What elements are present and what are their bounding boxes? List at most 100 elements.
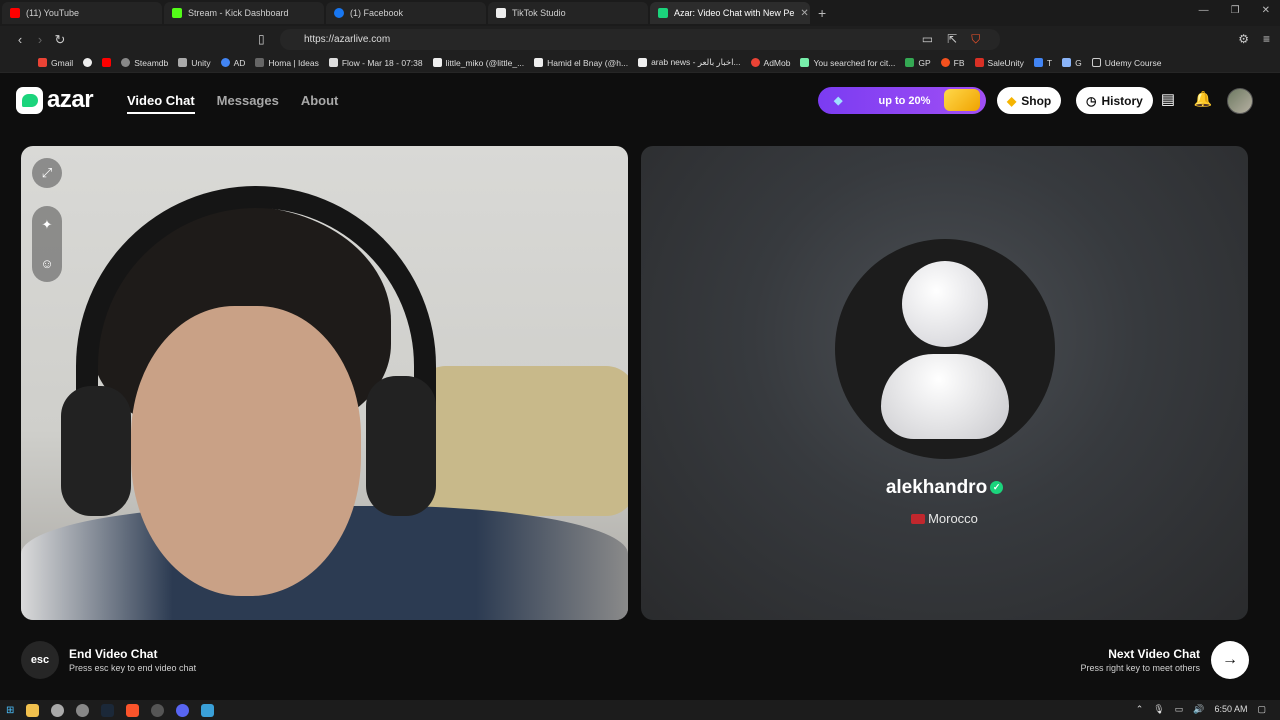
- restore-icon[interactable]: ❐: [1231, 5, 1240, 16]
- morocco-flag-icon: [911, 514, 926, 524]
- bookmark-item[interactable]: [83, 58, 93, 67]
- inbox-icon[interactable]: ▤: [1158, 90, 1178, 110]
- bookmark-item[interactable]: Gmail: [38, 58, 73, 68]
- bookmark-folder[interactable]: Udemy Course: [1091, 58, 1161, 68]
- avatar-body: [881, 354, 1009, 439]
- homa-icon: [255, 58, 265, 67]
- windows-start-icon[interactable]: ⊞: [6, 705, 14, 716]
- menu-icon[interactable]: ≡: [1263, 32, 1270, 47]
- reload-icon[interactable]: ↻: [50, 32, 70, 48]
- close-icon[interactable]: ✕: [800, 8, 808, 19]
- magic-wand-icon[interactable]: ✦: [42, 217, 53, 233]
- tab-facebook[interactable]: (1) Facebook: [326, 2, 486, 24]
- bookmark-label: T: [1046, 57, 1053, 68]
- bookmark-item[interactable]: AD: [220, 58, 245, 68]
- new-tab-button[interactable]: +: [818, 5, 826, 21]
- settings-icon[interactable]: [76, 703, 90, 717]
- file-explorer-icon[interactable]: [26, 703, 40, 717]
- back-icon[interactable]: ‹: [10, 32, 30, 47]
- obs-icon[interactable]: [151, 703, 165, 717]
- bookmark-item[interactable]: G: [1062, 58, 1082, 68]
- chevron-up-icon[interactable]: ⌃: [1136, 704, 1144, 715]
- local-video: ⤢ ✦ ☺: [21, 146, 628, 620]
- network-icon[interactable]: ▭: [1175, 704, 1184, 715]
- gmail-icon: [38, 58, 47, 67]
- steam-icon[interactable]: [101, 703, 115, 717]
- discord-icon[interactable]: [176, 703, 190, 717]
- profile-avatar[interactable]: [1227, 88, 1253, 114]
- toolbar-right: ▭ ⇱ ⛉ ⚙ ≡: [922, 32, 1270, 47]
- bookmark-label: arab news - اخبار بالعر...: [651, 57, 741, 67]
- address-bar[interactable]: https://azarlive.com: [280, 29, 1000, 50]
- bookmark-item[interactable]: arab news - اخبار بالعر...: [638, 57, 741, 68]
- tab-azar[interactable]: Azar: Video Chat with New Pe ✕: [650, 2, 810, 24]
- bookmark-item[interactable]: little_miko (@little_...: [432, 57, 525, 68]
- notifications-icon[interactable]: ▢: [1257, 704, 1266, 715]
- promo-label: up to 20%: [878, 94, 931, 107]
- history-button[interactable]: ◷ History: [1076, 87, 1153, 114]
- tab-title: TikTok Studio: [512, 8, 566, 18]
- bookmark-item[interactable]: Steamdb: [121, 58, 168, 68]
- bookmark-item[interactable]: Unity: [178, 58, 211, 68]
- bookmark-item[interactable]: SaleUnity: [974, 58, 1024, 68]
- tab-kick[interactable]: Stream - Kick Dashboard: [164, 2, 324, 24]
- bookmark-item[interactable]: GP: [905, 58, 931, 68]
- bookmark-item[interactable]: AdMob: [750, 58, 790, 68]
- flow-icon: [328, 58, 338, 67]
- expand-icon[interactable]: ⤢: [32, 158, 62, 188]
- folder-icon: [1091, 58, 1101, 67]
- chrome-icon[interactable]: [51, 703, 65, 717]
- nav-video-chat[interactable]: Video Chat: [127, 93, 195, 114]
- bookmark-item[interactable]: Hamid el Bnay (@h...: [534, 58, 628, 68]
- bookmark-item[interactable]: FB: [940, 58, 965, 68]
- video-tools: ✦ ☺: [32, 206, 62, 282]
- tiktok-icon: [432, 58, 442, 67]
- extensions-icon[interactable]: ⚙: [1238, 32, 1249, 47]
- verified-icon: ✓: [990, 481, 1004, 495]
- tab-youtube[interactable]: (11) YouTube: [2, 2, 162, 24]
- main-nav: Video Chat Messages About: [127, 93, 338, 114]
- minimize-icon[interactable]: —: [1199, 5, 1209, 16]
- arrow-right-icon: →: [1222, 651, 1238, 668]
- bell-icon[interactable]: 🔔: [1193, 90, 1213, 110]
- cast-icon[interactable]: ▭: [922, 32, 933, 47]
- remote-username: alekhandro ✓: [641, 477, 1248, 499]
- shop-button[interactable]: ◆ Shop: [997, 87, 1062, 114]
- bookmark-item[interactable]: You searched for cit...: [800, 58, 895, 68]
- nav-messages[interactable]: Messages: [217, 93, 279, 114]
- microphone-icon[interactable]: 🎙: [1153, 704, 1164, 715]
- gems-icon: [944, 89, 980, 111]
- bookmark-label: Flow - Mar 18 - 07:38: [341, 57, 423, 68]
- admob-icon: [750, 58, 760, 67]
- bookmark-label: little_miko (@little_...: [445, 57, 525, 68]
- translate-icon: [1033, 58, 1043, 67]
- brave-icon[interactable]: [126, 703, 140, 717]
- bookmark-icon[interactable]: ▯: [258, 32, 265, 46]
- youtube-icon: [10, 8, 20, 18]
- bookmark-item[interactable]: [102, 58, 112, 67]
- azar-icon: [658, 8, 668, 18]
- clock-time[interactable]: 6:50 AM: [1214, 704, 1247, 715]
- end-chat-button[interactable]: esc: [21, 641, 59, 679]
- end-chat-title[interactable]: End Video Chat: [69, 647, 157, 661]
- bookmark-item[interactable]: T: [1033, 57, 1053, 68]
- url-text: https://azarlive.com: [304, 34, 391, 45]
- share-icon[interactable]: ⇱: [947, 32, 957, 47]
- window-close-icon[interactable]: ✕: [1262, 5, 1270, 16]
- forward-icon[interactable]: ›: [30, 32, 50, 47]
- bookmark-label: Hamid el Bnay (@h...: [547, 57, 629, 68]
- app-icon[interactable]: [201, 703, 215, 717]
- bookmark-item[interactable]: Flow - Mar 18 - 07:38: [328, 57, 423, 68]
- nav-about[interactable]: About: [301, 93, 339, 114]
- volume-icon[interactable]: 🔊: [1193, 704, 1204, 715]
- azar-logo[interactable]: azar: [16, 86, 94, 114]
- tab-tiktok[interactable]: TikTok Studio: [488, 2, 648, 24]
- google-icon: [83, 58, 93, 67]
- brave-shield-icon[interactable]: ⛉: [971, 32, 980, 47]
- promo-banner[interactable]: ◆ up to 20%: [818, 87, 986, 114]
- face-filter-icon[interactable]: ☺: [40, 256, 53, 271]
- next-chat-title[interactable]: Next Video Chat: [1108, 647, 1200, 661]
- next-chat-button[interactable]: →: [1211, 641, 1249, 679]
- bookmark-item[interactable]: Homa | Ideas: [255, 58, 319, 68]
- ad-icon: [220, 58, 230, 67]
